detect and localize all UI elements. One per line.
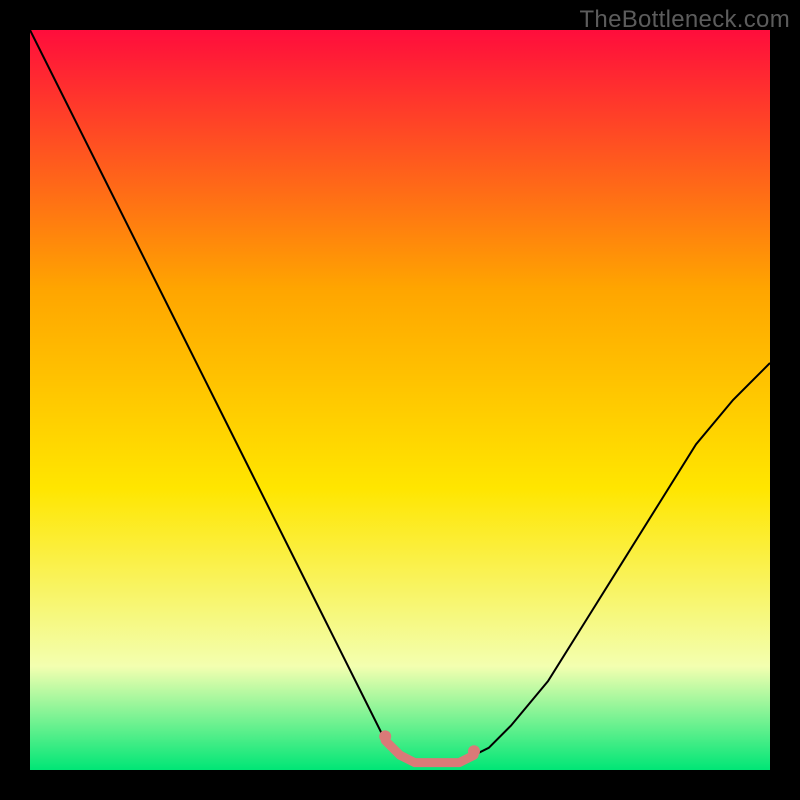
optimal-zone-end-dot	[379, 730, 391, 742]
chart-frame: TheBottleneck.com	[0, 0, 800, 800]
watermark-text: TheBottleneck.com	[579, 6, 790, 34]
chart-svg	[30, 30, 770, 770]
optimal-zone-end-dot	[468, 745, 480, 757]
plot-area	[30, 30, 770, 770]
gradient-background	[30, 30, 770, 770]
